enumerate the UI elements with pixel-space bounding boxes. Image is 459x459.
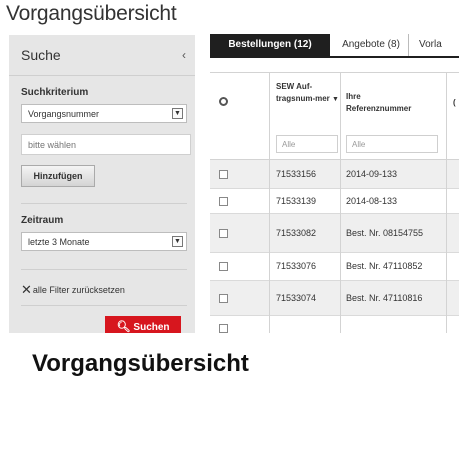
- chevron-down-icon: ▼: [172, 108, 183, 119]
- column-header-truncated[interactable]: (: [453, 97, 456, 109]
- reset-filters-label: alle Filter zurücksetzen: [32, 285, 125, 295]
- sidebar-header: Suche ‹: [9, 35, 195, 76]
- row-checkbox[interactable]: [219, 262, 228, 271]
- settings-icon[interactable]: [219, 97, 228, 106]
- tab-bar: Bestellungen (12) Angebote (8) Vorla: [210, 34, 459, 56]
- tab-quotes[interactable]: Angebote (8): [334, 34, 409, 56]
- table-row[interactable]: 71533156 2014-09-133: [210, 160, 459, 189]
- divider: [21, 203, 187, 204]
- table-row[interactable]: 71533082 Best. Nr. 08154755: [210, 214, 459, 253]
- row-checkbox[interactable]: [219, 324, 228, 333]
- criteria-label: Suchkriterium: [21, 87, 89, 98]
- column-divider: [269, 72, 270, 333]
- order-number-cell: 71533074: [276, 293, 317, 303]
- divider: [21, 305, 187, 306]
- period-select[interactable]: letzte 3 Monate ▼: [21, 232, 187, 251]
- reference-cell: Best. Nr. 47110852: [346, 261, 423, 271]
- table-row[interactable]: [210, 316, 459, 333]
- column-divider: [446, 72, 447, 333]
- search-icon: 🔍︎: [116, 321, 131, 333]
- reference-cell: 2014-08-133: [346, 196, 398, 206]
- row-checkbox[interactable]: [219, 197, 228, 206]
- search-sidebar: Suche ‹ Suchkriterium Vorgangsnummer ▼ H…: [9, 35, 195, 333]
- reference-cell: Best. Nr. 47110816: [346, 293, 423, 303]
- page-title: Vorgangsübersicht: [6, 2, 177, 25]
- period-select-value: letzte 3 Monate: [28, 237, 90, 247]
- order-number-cell: 71533156: [276, 169, 317, 179]
- criteria-select-value: Vorgangsnummer: [28, 109, 100, 119]
- caption-title: Vorgangsübersicht: [32, 350, 249, 377]
- order-number-filter[interactable]: Alle: [276, 135, 338, 153]
- row-checkbox[interactable]: [219, 170, 228, 179]
- chevron-left-icon[interactable]: ‹: [182, 48, 186, 62]
- close-icon: ✕: [21, 282, 32, 297]
- sidebar-title: Suche: [21, 47, 61, 63]
- reference-filter[interactable]: Alle: [346, 135, 438, 153]
- filter-row: Alle Alle: [210, 129, 459, 160]
- reference-cell: 2014-09-133: [346, 169, 398, 179]
- chevron-down-icon: ▼: [172, 236, 183, 247]
- order-number-cell: 71533082: [276, 228, 317, 238]
- tab-underline: [210, 56, 459, 58]
- row-checkbox[interactable]: [219, 229, 228, 238]
- divider: [21, 269, 187, 270]
- orders-table: SEW Auf-tragsnum-mer ▼ Ihre Referenznumm…: [210, 72, 459, 333]
- column-header-reference[interactable]: Ihre Referenznummer: [346, 91, 426, 115]
- row-checkbox[interactable]: [219, 294, 228, 303]
- reset-filters-link[interactable]: ✕alle Filter zurücksetzen: [21, 282, 125, 298]
- tab-orders[interactable]: Bestellungen (12): [210, 34, 330, 56]
- order-number-cell: 71533139: [276, 196, 317, 206]
- search-button-label: Suchen: [133, 322, 170, 333]
- search-input[interactable]: [21, 134, 191, 155]
- search-button[interactable]: 🔍︎ Suchen: [105, 316, 181, 333]
- column-divider: [340, 72, 341, 333]
- sort-down-icon: ▼: [332, 96, 339, 103]
- add-button[interactable]: Hinzufügen: [21, 165, 95, 187]
- reference-cell: Best. Nr. 08154755: [346, 228, 424, 238]
- order-number-cell: 71533076: [276, 261, 317, 271]
- table-header: SEW Auf-tragsnum-mer ▼ Ihre Referenznumm…: [210, 72, 459, 130]
- tab-templates[interactable]: Vorla: [415, 34, 459, 56]
- table-row[interactable]: 71533076 Best. Nr. 47110852: [210, 253, 459, 281]
- criteria-select[interactable]: Vorgangsnummer ▼: [21, 104, 187, 123]
- period-label: Zeitraum: [21, 215, 64, 226]
- table-row[interactable]: 71533074 Best. Nr. 47110816: [210, 281, 459, 316]
- column-header-order-number[interactable]: SEW Auf-tragsnum-mer ▼: [276, 81, 340, 106]
- table-row[interactable]: 71533139 2014-08-133: [210, 189, 459, 214]
